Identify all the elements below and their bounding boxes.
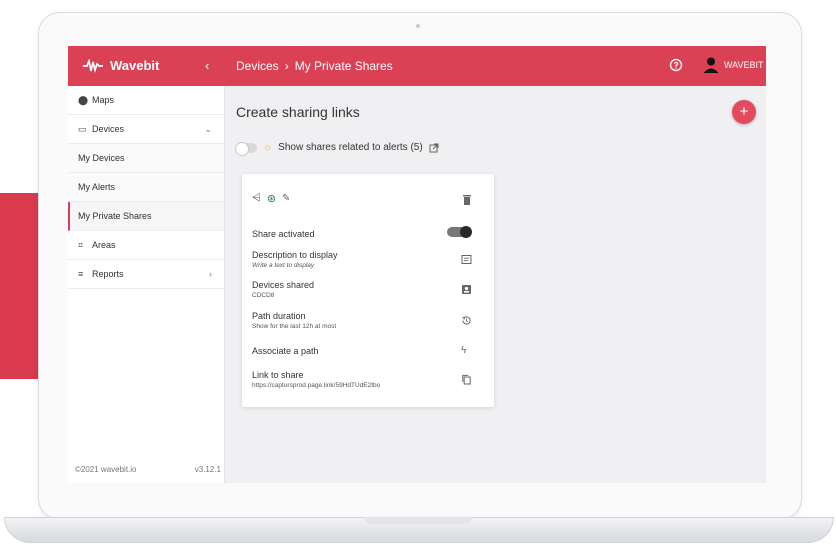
sidebar-item-reports[interactable]: ≡ Reports › [68, 260, 224, 289]
text-icon[interactable] [461, 254, 472, 265]
user-name: WAVEBIT [724, 60, 764, 70]
link-value[interactable]: https://captursprod.page.link/59HdTUdE2t… [252, 382, 484, 389]
brand-name: Wavebit [110, 58, 160, 73]
path-duration-value: Show for the last 12h at most [252, 323, 337, 330]
area-icon: ⌗ [78, 239, 84, 250]
edit-icon[interactable]: ✎ [282, 193, 290, 204]
description-row[interactable]: Description to display Write a text to d… [252, 250, 484, 269]
chevron-right-icon: › [209, 269, 212, 279]
alert-shares-toggle[interactable]: ☼ Show shares related to alerts (5) [235, 141, 439, 156]
description-placeholder[interactable]: Write a text to display [252, 262, 484, 269]
copy-icon[interactable] [461, 374, 472, 385]
sidebar: ⬤ Maps ▭ Devices ⌄ My Devices My Alerts … [68, 86, 225, 483]
alerts-toggle-label: Show shares related to alerts (5) [278, 142, 423, 153]
breadcrumb-devices[interactable]: Devices [236, 59, 279, 73]
associate-path-row[interactable]: Associate a path ϟ [252, 345, 484, 356]
sidebar-item-label: Areas [92, 240, 116, 250]
share-icon[interactable]: ⩤ [252, 192, 261, 205]
app-screen: Wavebit ‹ Devices › My Private Shares WA… [68, 46, 766, 483]
route-icon[interactable]: ϟ [461, 345, 472, 356]
page-title: Create sharing links [236, 104, 360, 120]
sidebar-item-maps[interactable]: ⬤ Maps [68, 86, 224, 115]
devices-shared-title: Devices shared [252, 280, 315, 290]
sidebar-item-my-devices[interactable]: My Devices [68, 144, 224, 173]
decorative-red-panel [0, 193, 42, 379]
card-toolbar: ⩤ ⊛ ✎ [252, 192, 290, 205]
copyright: ©2021 wavebit.io [75, 465, 137, 474]
sidebar-item-label: My Alerts [78, 182, 116, 192]
breadcrumb: Devices › My Private Shares [236, 59, 393, 73]
sidebar-item-label: Devices [92, 124, 125, 134]
share-activated-row: Share activated [252, 226, 484, 239]
trash-icon[interactable] [462, 194, 472, 205]
device-icon: ▭ [78, 123, 87, 134]
devices-shared-value: CDCD8 [252, 292, 275, 299]
version: v3.12.1 [194, 465, 221, 474]
breadcrumb-separator: › [284, 59, 289, 73]
contact-icon[interactable] [461, 284, 472, 295]
list-icon: ≡ [78, 269, 84, 279]
description-title: Description to display [252, 250, 338, 260]
devices-shared-row[interactable]: Devices shared CDCD8 [252, 280, 484, 299]
share-card: ⩤ ⊛ ✎ Share activated Description to dis… [242, 174, 494, 407]
collapse-sidebar-button[interactable]: ‹ [205, 58, 209, 73]
waveform-icon [83, 58, 103, 73]
sidebar-item-devices[interactable]: ▭ Devices ⌄ [68, 115, 224, 144]
bike-device-icon: ⊛ [266, 193, 277, 205]
sidebar-item-label: My Private Shares [78, 211, 152, 221]
alert-shares-switch[interactable] [235, 141, 257, 156]
sidebar-item-my-alerts[interactable]: My Alerts [68, 173, 224, 202]
laptop-notch [364, 517, 472, 524]
sidebar-item-label: Maps [92, 95, 115, 105]
avatar-icon [703, 57, 719, 73]
external-link-icon[interactable] [429, 143, 439, 153]
sidebar-item-label: Reports [92, 269, 124, 279]
share-activated-switch[interactable] [447, 226, 472, 238]
associate-path-label: Associate a path [252, 346, 319, 356]
breadcrumb-current: My Private Shares [294, 59, 393, 73]
history-icon[interactable] [461, 315, 472, 326]
pin-icon: ⬤ [78, 94, 89, 105]
sidebar-item-label: My Devices [78, 153, 125, 163]
brand-logo[interactable]: Wavebit [82, 58, 159, 73]
sidebar-footer: ©2021 wavebit.io v3.12.1 [75, 465, 221, 474]
path-duration-title: Path duration [252, 311, 306, 321]
link-title: Link to share [252, 370, 304, 380]
link-row[interactable]: Link to share https://captursprod.page.l… [252, 370, 484, 389]
help-icon[interactable] [669, 58, 683, 72]
alarm-icon: ☼ [263, 142, 273, 153]
chevron-down-icon: ⌄ [204, 124, 212, 134]
user-menu[interactable]: WAVEBIT [702, 56, 764, 74]
add-share-button[interactable]: + [732, 100, 756, 124]
sidebar-item-my-private-shares[interactable]: My Private Shares [68, 202, 224, 231]
top-bar: Wavebit ‹ Devices › My Private Shares WA… [68, 46, 766, 86]
sidebar-item-areas[interactable]: ⌗ Areas [68, 231, 224, 260]
path-duration-row[interactable]: Path duration Show for the last 12h at m… [252, 311, 484, 330]
camera-dot [416, 24, 420, 28]
